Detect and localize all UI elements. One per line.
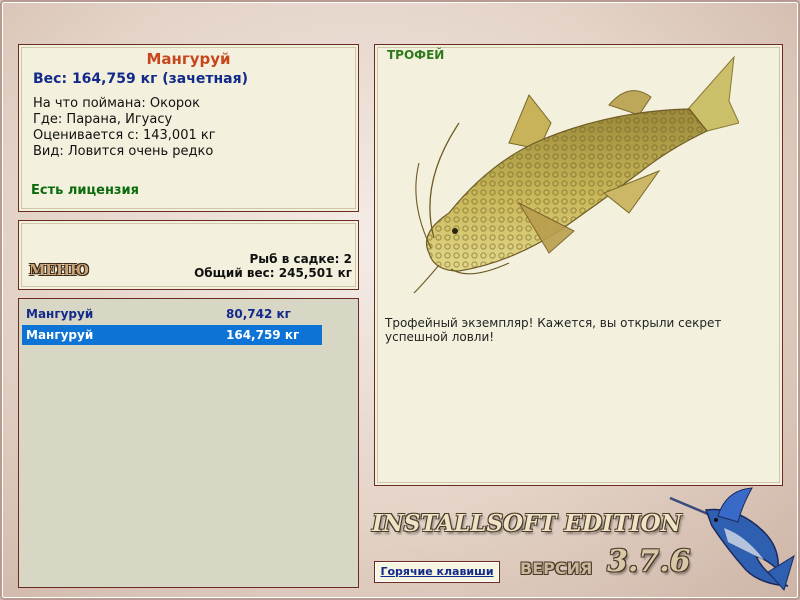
fish-title: Мангуруй bbox=[146, 50, 231, 68]
trophy-description: Трофейный экземпляр! Кажется, вы открыли… bbox=[385, 316, 722, 344]
trophy-panel: ТРОФЕЙ Трофейный экземпляр! Кажется, вы … bbox=[374, 44, 783, 486]
catch-row-name: Мангуруй bbox=[26, 307, 94, 321]
fish-count: Рыб в садке: 2 bbox=[249, 252, 353, 266]
license-status: Есть лицензия bbox=[31, 183, 139, 198]
catch-row-selected[interactable]: Мангуруй 164,759 кг bbox=[22, 325, 322, 345]
catch-list: Мангуруй 80,742 кг Мангуруй 164,759 кг bbox=[18, 298, 359, 588]
hotkeys-button[interactable]: Горячие клавиши bbox=[374, 561, 500, 583]
fish-bait: На что поймана: Окорок bbox=[33, 96, 200, 111]
version-label: ВЕРСИЯ bbox=[520, 559, 593, 578]
total-weight: Общий вес: 245,501 кг bbox=[194, 266, 352, 280]
fish-rarity: Вид: Ловится очень редко bbox=[33, 144, 214, 159]
catch-row-weight: 80,742 кг bbox=[226, 307, 291, 321]
fish-valued-from: Оценивается с: 143,001 кг bbox=[33, 128, 216, 143]
menu-panel: МЕНЮ Рыб в садке: 2 Общий вес: 245,501 к… bbox=[18, 220, 359, 290]
catch-row-weight: 164,759 кг bbox=[226, 328, 300, 342]
catfish-image bbox=[413, 55, 739, 294]
marlin-logo bbox=[669, 487, 795, 592]
menu-button[interactable]: МЕНЮ bbox=[29, 261, 89, 279]
brand-title: INSTALLSOFT EDITION bbox=[372, 510, 682, 537]
fish-weight: Вес: 164,759 кг (зачетная) bbox=[33, 71, 248, 87]
catch-row-name: Мангуруй bbox=[26, 328, 94, 342]
catch-row[interactable]: Мангуруй 80,742 кг bbox=[22, 304, 322, 324]
fish-location: Где: Парана, Игуасу bbox=[33, 112, 173, 127]
fish-info-panel: Мангуруй Вес: 164,759 кг (зачетная) На ч… bbox=[18, 44, 359, 212]
